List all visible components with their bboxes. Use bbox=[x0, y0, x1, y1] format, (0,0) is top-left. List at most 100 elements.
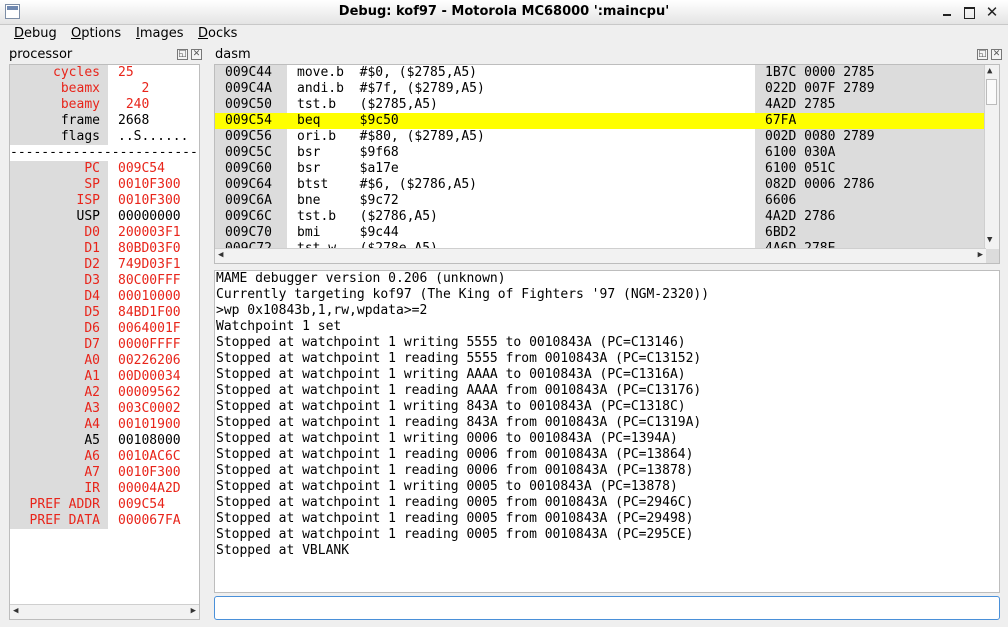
register-row-a4[interactable]: A4 00101900 bbox=[10, 417, 199, 433]
register-value[interactable]: 200003F1 bbox=[118, 225, 181, 241]
dasm-opcode-bytes: 082D 0006 2786 bbox=[765, 177, 875, 192]
register-row-a3[interactable]: A3 003C0002 bbox=[10, 401, 199, 417]
register-row-d5[interactable]: D5 84BD1F00 bbox=[10, 305, 199, 321]
scroll-left-icon[interactable]: ◀ bbox=[13, 606, 18, 616]
register-row-d7[interactable]: D7 0000FFFF bbox=[10, 337, 199, 353]
close-icon[interactable]: ✕ bbox=[991, 49, 1002, 60]
register-value[interactable]: 00000000 bbox=[118, 209, 181, 225]
register-value[interactable]: 0010F300 bbox=[118, 465, 181, 481]
register-row-frame[interactable]: frame 2668 bbox=[10, 113, 199, 129]
menu-options[interactable]: Options bbox=[71, 26, 121, 41]
register-name: D5 bbox=[10, 305, 108, 321]
register-value[interactable]: 009C54 bbox=[118, 161, 165, 177]
register-name: D6 bbox=[10, 321, 108, 337]
register-row-a1[interactable]: A1 00D00034 bbox=[10, 369, 199, 385]
close-button[interactable]: ✕ bbox=[983, 3, 1001, 21]
dasm-row[interactable]: 009C64 btst #$6, ($2786,A5) 082D 0006 2786 bbox=[215, 177, 985, 193]
dasm-row[interactable]: 009C60 bsr $a17e 6100 051C bbox=[215, 161, 985, 177]
register-row-d0[interactable]: D0 200003F1 bbox=[10, 225, 199, 241]
maximize-button[interactable] bbox=[960, 3, 978, 21]
register-row-a5[interactable]: A5 00108000 bbox=[10, 433, 199, 449]
scroll-right-icon[interactable]: ▶ bbox=[978, 250, 983, 260]
dasm-row[interactable]: 009C70 bmi $9c44 6BD2 bbox=[215, 225, 985, 241]
register-value[interactable]: 0000FFFF bbox=[118, 337, 181, 353]
register-value[interactable]: 009C54 bbox=[118, 497, 165, 513]
register-value[interactable]: 0010F300 bbox=[118, 177, 181, 193]
register-value[interactable]: 00004A2D bbox=[118, 481, 181, 497]
register-row-a6[interactable]: A6 0010AC6C bbox=[10, 449, 199, 465]
dasm-row[interactable]: 009C5C bsr $9f68 6100 030A bbox=[215, 145, 985, 161]
dasm-instruction-cell: tst.b ($2786,A5) bbox=[287, 209, 755, 225]
float-icon[interactable]: ◱ bbox=[977, 49, 988, 60]
dasm-instruction: ori.b #$80, ($2789,A5) bbox=[297, 129, 485, 144]
close-icon[interactable]: ✕ bbox=[191, 49, 202, 60]
command-input[interactable] bbox=[214, 596, 1000, 620]
console-output[interactable]: MAME debugger version 0.206 (unknown) Cur… bbox=[214, 270, 1000, 593]
register-value[interactable]: 003C0002 bbox=[118, 401, 181, 417]
dasm-row[interactable]: 009C6C tst.b ($2786,A5) 4A2D 2786 bbox=[215, 209, 985, 225]
register-value[interactable]: 240 bbox=[118, 97, 150, 113]
register-row-cycles[interactable]: cycles 25 bbox=[10, 65, 199, 81]
dasm-row[interactable]: 009C44 move.b #$0, ($2785,A5) 1B7C 0000 27… bbox=[215, 65, 985, 81]
register-row-a2[interactable]: A2 00009562 bbox=[10, 385, 199, 401]
register-row-d4[interactable]: D4 00010000 bbox=[10, 289, 199, 305]
register-value[interactable]: 80BD03F0 bbox=[118, 241, 181, 257]
register-row-sp[interactable]: SP 0010F300 bbox=[10, 177, 199, 193]
register-name: A1 bbox=[10, 369, 108, 385]
register-value[interactable]: 00009562 bbox=[118, 385, 181, 401]
register-row-ir[interactable]: IR 00004A2D bbox=[10, 481, 199, 497]
register-row-a7[interactable]: A7 0010F300 bbox=[10, 465, 199, 481]
float-icon[interactable]: ◱ bbox=[177, 49, 188, 60]
register-row-flags[interactable]: flags ..S...... bbox=[10, 129, 199, 145]
dasm-row[interactable]: 009C6A bne $9c72 6606 bbox=[215, 193, 985, 209]
dasm-horizontal-scrollbar[interactable]: ◀ ▶ bbox=[215, 248, 986, 263]
register-row-d1[interactable]: D1 80BD03F0 bbox=[10, 241, 199, 257]
dasm-row[interactable]: 009C50 tst.b ($2785,A5) 4A2D 2785 bbox=[215, 97, 985, 113]
dasm-row[interactable]: 009C56 ori.b #$80, ($2789,A5) 002D 0080 27… bbox=[215, 129, 985, 145]
register-value[interactable]: 80C00FFF bbox=[118, 273, 181, 289]
console-line: MAME debugger version 0.206 (unknown) bbox=[216, 271, 506, 286]
register-value[interactable]: 00226206 bbox=[118, 353, 181, 369]
register-value[interactable]: 00101900 bbox=[118, 417, 181, 433]
register-value[interactable]: 0064001F bbox=[118, 321, 181, 337]
register-value[interactable]: 00D00034 bbox=[118, 369, 181, 385]
register-row-d2[interactable]: D2 749D03F1 bbox=[10, 257, 199, 273]
dasm-row-current[interactable]: 009C54 beq $9c50 67FA bbox=[215, 113, 985, 129]
register-value[interactable]: 2 bbox=[118, 81, 149, 97]
dasm-vertical-scrollbar[interactable]: ▲ ▼ bbox=[984, 65, 999, 249]
register-value[interactable]: 0010F300 bbox=[118, 193, 181, 209]
scroll-right-icon[interactable]: ▶ bbox=[191, 606, 196, 616]
register-row-beamx[interactable]: beamx 2 bbox=[10, 81, 199, 97]
register-value[interactable]: 00010000 bbox=[118, 289, 181, 305]
register-row-d3[interactable]: D3 80C00FFF bbox=[10, 273, 199, 289]
menu-images[interactable]: Images bbox=[136, 26, 184, 41]
register-row-beamy[interactable]: beamy 240 bbox=[10, 97, 199, 113]
dasm-row[interactable]: 009C4A andi.b #$7f, ($2789,A5) 022D 007F 2… bbox=[215, 81, 985, 97]
processor-horizontal-scrollbar[interactable]: ◀ ▶ bbox=[10, 604, 199, 619]
register-value[interactable]: 0010AC6C bbox=[118, 449, 181, 465]
register-value[interactable]: ..S...... bbox=[118, 129, 188, 145]
register-value[interactable]: 00108000 bbox=[118, 433, 181, 449]
processor-register-view[interactable]: cycles 25 beamx 2 beamy 240 frame 2668 flags..… bbox=[9, 64, 200, 620]
dasm-scroll-thumb[interactable] bbox=[986, 79, 997, 105]
register-row-usp[interactable]: USP 00000000 bbox=[10, 209, 199, 225]
scroll-down-icon[interactable]: ▼ bbox=[987, 235, 992, 245]
register-row-pref-data[interactable]: PREF DATA 000067FA bbox=[10, 513, 199, 529]
disassembly-view[interactable]: 009C44 move.b #$0, ($2785,A5) 1B7C 0000 27… bbox=[214, 64, 1000, 264]
register-row-pc[interactable]: PC 009C54 bbox=[10, 161, 199, 177]
scroll-left-icon[interactable]: ◀ bbox=[218, 250, 223, 260]
register-row-a0[interactable]: A0 00226206 bbox=[10, 353, 199, 369]
register-value[interactable]: 749D03F1 bbox=[118, 257, 181, 273]
register-row-d6[interactable]: D6 0064001F bbox=[10, 321, 199, 337]
register-value[interactable]: 25 bbox=[118, 65, 134, 81]
scroll-up-icon[interactable]: ▲ bbox=[987, 66, 992, 76]
dasm-address: 009C64 bbox=[225, 177, 272, 192]
register-value[interactable]: 84BD1F00 bbox=[118, 305, 181, 321]
register-value[interactable]: 000067FA bbox=[118, 513, 181, 529]
menu-debug[interactable]: Debug bbox=[14, 26, 57, 41]
minimize-button[interactable] bbox=[938, 3, 956, 21]
menu-docks[interactable]: Docks bbox=[198, 26, 237, 41]
register-row-isp[interactable]: ISP 0010F300 bbox=[10, 193, 199, 209]
register-row-pref-addr[interactable]: PREF ADDR 009C54 bbox=[10, 497, 199, 513]
register-value[interactable]: 2668 bbox=[118, 113, 149, 129]
